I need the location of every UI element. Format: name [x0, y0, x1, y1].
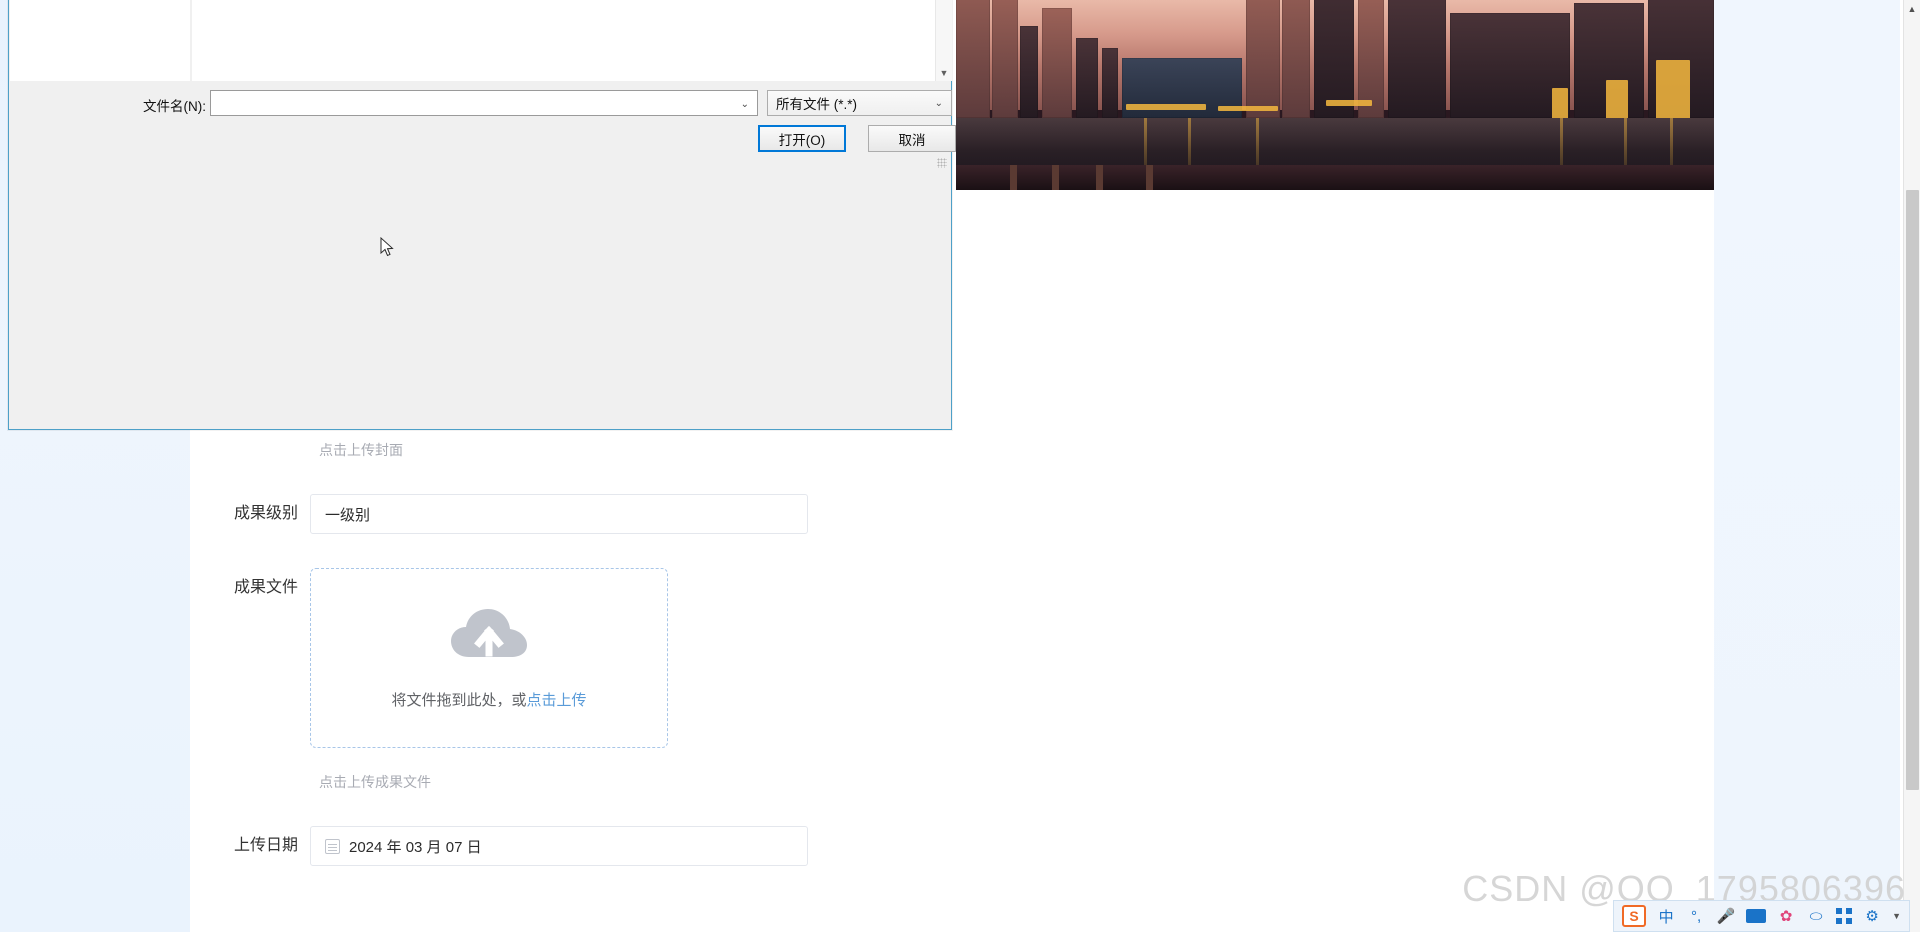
window-light [1126, 104, 1206, 110]
building [1076, 37, 1098, 118]
scroll-up-icon[interactable]: ▲ [1904, 0, 1920, 17]
page-scrollbar[interactable]: ▲ [1903, 0, 1920, 932]
pier-post [1096, 165, 1103, 190]
upload-date-input[interactable]: 2024 年 03 月 07 日 [310, 826, 808, 866]
toolbox-icon[interactable]: ⬭ [1806, 908, 1826, 925]
skin-icon[interactable]: ✿ [1776, 907, 1796, 925]
dialog-footer: 文件名(N): ⌄ 所有文件 (*.*) ⌄ 打开(O) 取消 [10, 81, 956, 171]
building [956, 0, 990, 118]
file-open-dialog[interactable]: ⌄ 📌 快速访问 2345Download 📌 桌面 📌 ⬇ 下载 📌 [8, 0, 956, 430]
punctuation-icon[interactable]: °, [1686, 908, 1706, 925]
file-list-pane[interactable]: 名称 修改日期 类型 大小 三峡平子.doc 2024/1/12 16:00 快… [192, 0, 952, 81]
building [1388, 0, 1446, 118]
pier-post [1146, 165, 1153, 190]
achievement-form: 点击上传封面 成果级别 一级别 成果文件 将文件拖到此处，或点击上传 点击上传成… [190, 440, 1714, 866]
building [992, 0, 1018, 118]
filename-label: 文件名(N): [143, 99, 206, 114]
ime-toolbar[interactable]: S 中 °, 🎤 ✿ ⬭ ⚙ ▼ [1613, 900, 1910, 932]
chinese-mode-icon[interactable]: 中 [1656, 906, 1676, 927]
file-list-scrollbar[interactable]: ▲ ▼ [935, 0, 952, 81]
upload-date-value: 2024 年 03 月 07 日 [349, 838, 482, 856]
form-row-level: 成果级别 一级别 [190, 494, 1714, 534]
open-button[interactable]: 打开(O) [758, 125, 846, 152]
chevron-down-icon[interactable]: ⌄ [741, 99, 749, 110]
form-row-file: 成果文件 将文件拖到此处，或点击上传 [190, 568, 1714, 748]
date-label: 上传日期 [233, 837, 298, 854]
form-row-date: 上传日期 2024 年 03 月 07 日 [190, 826, 1714, 866]
building [1042, 7, 1072, 118]
building [1102, 47, 1118, 118]
pier-post [1010, 165, 1017, 190]
filename-input[interactable]: ⌄ [210, 90, 758, 116]
apps-icon[interactable] [1836, 908, 1853, 924]
dropzone-text: 将文件拖到此处，或点击上传 [391, 689, 586, 710]
scroll-down-icon[interactable]: ▼ [936, 64, 952, 81]
file-type-filter-select[interactable]: 所有文件 (*.*) ⌄ [767, 90, 952, 116]
level-label: 成果级别 [233, 505, 298, 522]
upload-cloud-icon [449, 607, 529, 663]
building [1020, 25, 1038, 118]
keyboard-icon[interactable] [1746, 909, 1767, 923]
cover-image-preview [956, 0, 1714, 190]
cancel-button[interactable]: 取消 [868, 125, 956, 152]
page-background-right [1714, 0, 1900, 932]
expand-arrow-icon[interactable]: ▼ [1892, 911, 1901, 921]
pier-deck [956, 165, 1714, 190]
dropzone-upload-link[interactable]: 点击上传 [527, 692, 587, 709]
scrollbar-thumb[interactable] [1906, 190, 1919, 790]
screen: 点击上传封面 成果级别 一级别 成果文件 将文件拖到此处，或点击上传 点击上传成… [0, 0, 1920, 932]
building [1282, 0, 1310, 118]
file-type-filter-value: 所有文件 (*.*) [776, 97, 857, 112]
calendar-icon [325, 838, 340, 854]
window-light [1326, 100, 1372, 106]
dropzone-label: 将文件拖到此处，或 [391, 691, 527, 709]
pier-post [1052, 165, 1059, 190]
chevron-down-icon[interactable]: ⌄ [935, 98, 943, 109]
window-light [1218, 106, 1278, 111]
file-label: 成果文件 [233, 579, 298, 596]
level-input-value: 一级别 [325, 506, 371, 524]
file-dropzone[interactable]: 将文件拖到此处，或点击上传 [310, 568, 668, 748]
cover-upload-hint: 点击上传封面 [319, 442, 403, 458]
dialog-navigation-pane[interactable]: ⌄ 📌 快速访问 2345Download 📌 桌面 📌 ⬇ 下载 📌 [10, 0, 190, 81]
mouse-cursor [380, 236, 394, 257]
file-upload-hint: 点击上传成果文件 [319, 774, 431, 790]
building [1246, 0, 1280, 118]
level-input[interactable]: 一级别 [310, 494, 808, 534]
microphone-icon[interactable]: 🎤 [1716, 907, 1736, 925]
resize-grip[interactable] [937, 158, 947, 168]
settings-icon[interactable]: ⚙ [1862, 907, 1882, 925]
sogou-logo-icon[interactable]: S [1622, 905, 1647, 927]
